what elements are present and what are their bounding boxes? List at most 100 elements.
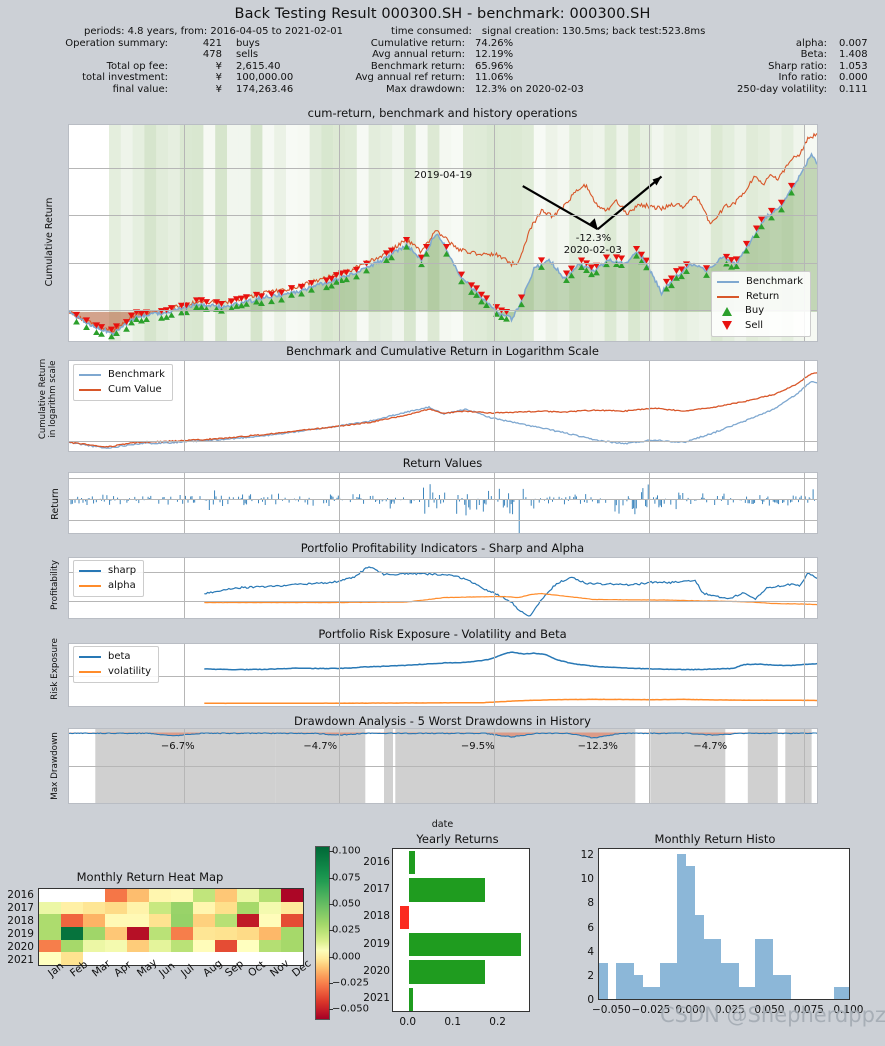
heatmap-cell[interactable]: [171, 927, 193, 940]
yearly-bar[interactable]: [399, 905, 409, 929]
panel-log-scale-plot[interactable]: 10⁵ 1.2 × 10⁵ 1.4 × 10⁵ 1.6 × 10⁵ 1.8 × 10⁵ B…: [68, 360, 818, 452]
summary-mid-cell: Benchmark return: 65.96%: [300, 61, 600, 73]
heatmap-cell[interactable]: [61, 927, 83, 940]
yearly-bar[interactable]: [408, 851, 416, 875]
heatmap-cell[interactable]: [39, 889, 61, 902]
heatmap-cell[interactable]: [127, 939, 149, 953]
heatmap-cell[interactable]: [39, 939, 61, 953]
summary-left-v2: 100,000.00: [236, 72, 294, 84]
heatmap-cell[interactable]: [193, 901, 215, 915]
heatmap-cell[interactable]: [39, 901, 61, 915]
heatmap-cell[interactable]: [193, 889, 215, 902]
heatmap-cell[interactable]: [127, 927, 149, 940]
histogram-bar[interactable]: [599, 962, 609, 999]
panel-cum-return-plot[interactable]: 0% 20% 40% 60% 2019-04-19 -12.3%2020-02-03 Ben…: [68, 124, 818, 342]
heatmap-row-label: 2017: [7, 901, 34, 914]
heatmap-cell[interactable]: [83, 927, 105, 940]
heatmap-cell[interactable]: [105, 914, 127, 927]
heatmap-row-label: 2016: [7, 888, 34, 901]
heatmap-cell[interactable]: [149, 939, 171, 953]
heatmap-cell[interactable]: [259, 889, 281, 902]
heatmap-cell[interactable]: [127, 914, 149, 927]
yearly-bar[interactable]: [408, 878, 486, 902]
panel-drawdown-plot[interactable]: −1.0 −0.5 0.0 −6.7% −4.7% −9.5% −12.3% −4.7% 201…: [68, 728, 818, 804]
heatmap-cell[interactable]: [259, 939, 281, 953]
heatmap-grid-container[interactable]: [38, 888, 304, 966]
y-tick: 2: [817, 643, 818, 654]
risk-exposure-legend[interactable]: beta volatility: [73, 646, 160, 683]
heatmap-cell[interactable]: [127, 901, 149, 915]
heatmap-cell[interactable]: [149, 901, 171, 915]
panel-return-values-ylabel: Return: [50, 488, 61, 520]
yearly-returns-plot[interactable]: [392, 848, 530, 1012]
heatmap-cell[interactable]: [215, 914, 237, 927]
heatmap-cell[interactable]: [193, 939, 215, 953]
summary-left-cell: total investment: ¥ 100,000.00: [0, 72, 300, 84]
yearly-bar[interactable]: [408, 960, 486, 984]
heatmap-cell[interactable]: [171, 901, 193, 915]
heatmap-cell[interactable]: [83, 889, 105, 902]
heatmap-cell[interactable]: [171, 889, 193, 902]
profitability-legend[interactable]: sharp alpha: [73, 560, 145, 597]
legend-label: Cum Value: [108, 383, 162, 395]
heatmap-cell[interactable]: [237, 914, 259, 927]
heatmap-cell[interactable]: [259, 901, 281, 915]
heatmap-cell[interactable]: [193, 914, 215, 927]
heatmap-cell[interactable]: [281, 927, 303, 940]
panel-risk-exposure-plot[interactable]: 0 1 2 beta volatility: [68, 643, 818, 707]
heatmap-cell[interactable]: [61, 939, 83, 953]
heatmap-cell[interactable]: [39, 927, 61, 940]
heatmap-cell[interactable]: [237, 927, 259, 940]
panel-log-scale-ylabel: Cumulative Return in logarithm scale: [38, 344, 58, 454]
heatmap-cell[interactable]: [105, 901, 127, 915]
heatmap-cell[interactable]: [259, 914, 281, 927]
heatmap-cell[interactable]: [105, 889, 127, 902]
gridline: [69, 572, 817, 574]
heatmap-cell[interactable]: [281, 901, 303, 915]
heatmap-cell[interactable]: [215, 901, 237, 915]
heatmap-cell[interactable]: [149, 889, 171, 902]
time-consumed-label: time consumed:: [391, 26, 472, 37]
legend-item-beta: beta: [79, 650, 151, 665]
heatmap-cell[interactable]: [281, 914, 303, 927]
heatmap-cell[interactable]: [127, 889, 149, 902]
heatmap-cell[interactable]: [105, 939, 127, 953]
legend-item-benchmark: Benchmark: [79, 368, 165, 383]
heatmap-cell[interactable]: [61, 914, 83, 927]
heatmap-cell[interactable]: [281, 939, 303, 953]
heatmap-cell[interactable]: [237, 889, 259, 902]
heatmap-cell[interactable]: [61, 889, 83, 902]
heatmap-cell[interactable]: [215, 889, 237, 902]
yearly-bar[interactable]: [408, 933, 522, 957]
heatmap-cell[interactable]: [39, 914, 61, 927]
panel-profitability-plot[interactable]: 0 2 sharp alpha: [68, 557, 818, 619]
panel-return-values-plot[interactable]: −5000 0 5000: [68, 472, 818, 534]
heatmap-cell[interactable]: [149, 914, 171, 927]
drawdown-label: −6.7%: [160, 741, 195, 752]
heatmap-cell[interactable]: [281, 889, 303, 902]
heatmap-cell[interactable]: [237, 939, 259, 953]
colorbar-tick: 0.075: [332, 872, 361, 884]
heatmap-cell[interactable]: [149, 927, 171, 940]
heatmap-cell[interactable]: [171, 914, 193, 927]
heatmap-cell[interactable]: [171, 939, 193, 953]
cum-return-legend[interactable]: Benchmark Return Buy Sell: [711, 271, 811, 337]
heatmap-cell[interactable]: [83, 901, 105, 915]
heatmap-cell[interactable]: [215, 939, 237, 953]
yearly-bar[interactable]: [408, 987, 414, 1011]
histogram-plot[interactable]: [598, 848, 850, 1000]
log-scale-legend[interactable]: Benchmark Cum Value: [73, 364, 173, 401]
heatmap-cell[interactable]: [83, 939, 105, 953]
summary-left-label: total investment:: [82, 72, 168, 84]
histogram-bar[interactable]: [842, 986, 849, 999]
heatmap-cell[interactable]: [259, 927, 281, 940]
histogram-bar[interactable]: [781, 974, 791, 999]
heatmap-cell[interactable]: [193, 927, 215, 940]
summary-mid-value: 11.06%: [475, 72, 514, 84]
heatmap-cell[interactable]: [61, 901, 83, 915]
heatmap-cell[interactable]: [83, 914, 105, 927]
heatmap-cell[interactable]: [215, 927, 237, 940]
heatmap-cell[interactable]: [105, 927, 127, 940]
summary-block: periods: 4.8 years, from: 2016-04-05 to …: [0, 26, 885, 96]
heatmap-cell[interactable]: [237, 901, 259, 915]
